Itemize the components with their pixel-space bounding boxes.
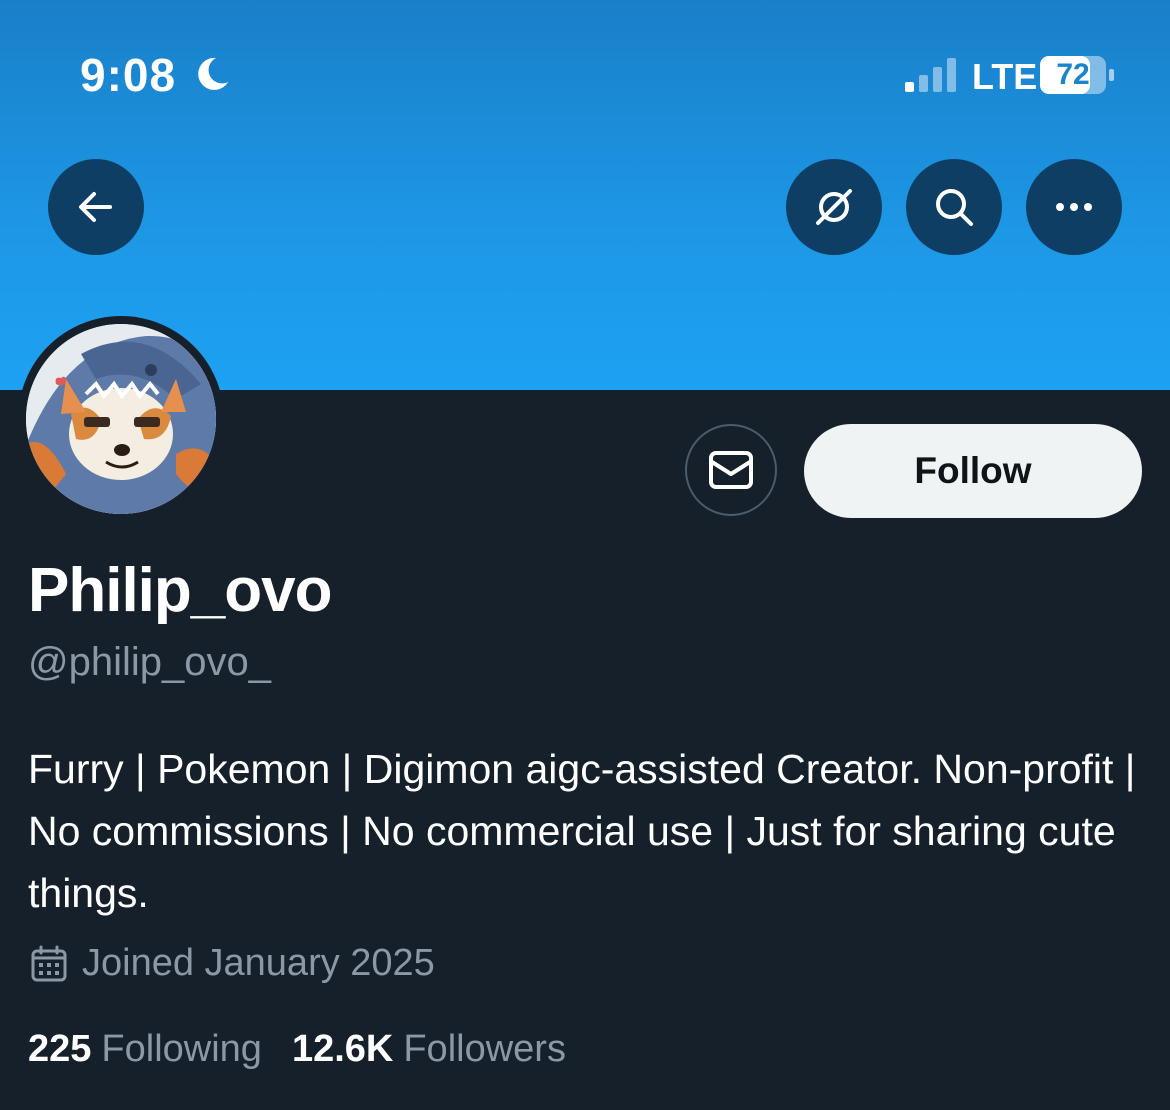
joined-date-row: Joined January 2025 bbox=[30, 942, 435, 985]
message-button[interactable] bbox=[685, 424, 777, 516]
search-icon bbox=[936, 189, 973, 226]
followers-label: Followers bbox=[403, 1028, 566, 1070]
more-button[interactable] bbox=[1026, 159, 1122, 255]
grok-button[interactable] bbox=[786, 159, 882, 255]
arrow-left-icon bbox=[79, 192, 112, 222]
back-button[interactable] bbox=[48, 159, 144, 255]
status-bar: 9:08 LTE 72 bbox=[0, 0, 1170, 150]
avatar[interactable] bbox=[18, 316, 224, 522]
following-label: Following bbox=[101, 1028, 262, 1070]
joined-date: Joined January 2025 bbox=[82, 942, 435, 984]
following-link[interactable]: 225 Following bbox=[28, 1028, 262, 1071]
moon-icon bbox=[198, 57, 228, 90]
username-handle: @philip_ovo_ bbox=[28, 640, 271, 684]
status-time: 9:08 bbox=[80, 49, 177, 101]
follow-stats: 225 Following 12.6K Followers bbox=[28, 1028, 566, 1071]
envelope-icon bbox=[709, 451, 753, 489]
follow-button[interactable]: Follow bbox=[804, 424, 1142, 518]
signal-icon bbox=[905, 58, 956, 92]
battery-level: 72 bbox=[1056, 58, 1090, 91]
followers-count: 12.6K bbox=[291, 1028, 394, 1070]
search-button[interactable] bbox=[906, 159, 1002, 255]
avatar-image bbox=[26, 324, 216, 514]
network-type: LTE bbox=[972, 56, 1038, 97]
grok-icon bbox=[816, 189, 852, 225]
followers-link[interactable]: 12.6K Followers bbox=[292, 1028, 566, 1071]
display-name: Philip_ovo bbox=[28, 556, 332, 625]
profile-bio: Furry | Pokemon | Digimon aigc-assisted … bbox=[28, 746, 1136, 916]
following-count: 225 bbox=[28, 1028, 92, 1070]
more-horizontal-icon bbox=[1056, 203, 1092, 211]
calendar-icon bbox=[31, 945, 67, 981]
